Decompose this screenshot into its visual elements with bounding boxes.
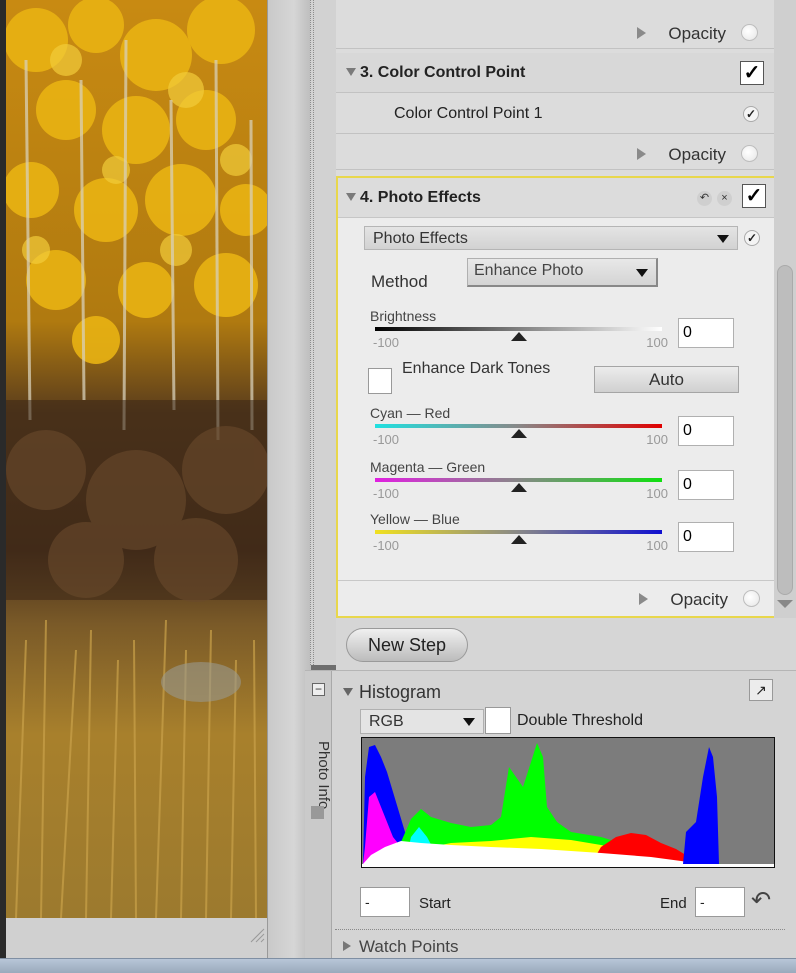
- brightness-label: Brightness: [370, 308, 437, 324]
- expand-arrow-icon[interactable]: [637, 27, 646, 39]
- auto-button[interactable]: Auto: [594, 366, 739, 393]
- new-step-button[interactable]: New Step: [346, 628, 468, 662]
- slider-max: 100: [646, 432, 668, 447]
- double-threshold-checkbox[interactable]: [485, 707, 511, 734]
- opacity-label: Opacity: [670, 590, 728, 609]
- step-actions-bar: New Step: [336, 618, 796, 670]
- method-value: Enhance Photo: [474, 262, 584, 279]
- effect-type-value: Photo Effects: [373, 230, 468, 247]
- magenta-green-value-field[interactable]: [678, 470, 734, 500]
- collapse-icon[interactable]: −: [312, 683, 325, 696]
- dropdown-arrow-icon: [636, 269, 648, 277]
- slider-track[interactable]: [375, 327, 662, 331]
- slider-max: 100: [646, 335, 668, 350]
- magenta-green-label: Magenta — Green: [370, 459, 486, 475]
- panel-splitter[interactable]: [310, 0, 336, 665]
- slider-track[interactable]: [375, 530, 662, 534]
- effect-type-check[interactable]: ✓: [744, 230, 760, 246]
- brightness-value-field[interactable]: [678, 318, 734, 348]
- slider-thumb[interactable]: [511, 429, 527, 438]
- undo-icon[interactable]: ↶: [697, 191, 712, 206]
- yellow-blue-label: Yellow — Blue: [370, 511, 460, 527]
- opacity-radio[interactable]: [743, 590, 760, 607]
- photo-info-panel: − Photo Info Histogram ↗ RGB Double Thre…: [305, 670, 796, 961]
- app-window: Opacity 3. Color Control Point ✓ Color C…: [0, 0, 796, 973]
- method-dropdown[interactable]: Enhance Photo: [467, 258, 658, 287]
- slider-min: -100: [373, 486, 400, 501]
- delete-icon[interactable]: ×: [717, 191, 732, 206]
- dropdown-arrow-icon: [463, 718, 475, 726]
- expand-arrow-icon[interactable]: [639, 593, 648, 605]
- slider-track[interactable]: [375, 424, 662, 428]
- double-threshold-label: Double Threshold: [517, 712, 644, 729]
- histogram-chart[interactable]: [361, 737, 775, 868]
- photo-image: [6, 0, 267, 918]
- slider-max: 100: [646, 486, 668, 501]
- enhance-dark-tones-label: Enhance Dark Tones: [402, 360, 551, 377]
- color-control-opacity-row[interactable]: Opacity: [336, 136, 774, 170]
- magenta-green-slider[interactable]: Magenta — Green -100 100: [370, 459, 670, 503]
- photo-effects-header[interactable]: 4. Photo Effects ↶ × ✓: [338, 178, 774, 218]
- layers-panel: Opacity 3. Color Control Point ✓ Color C…: [336, 0, 776, 618]
- start-field[interactable]: [360, 887, 410, 917]
- slider-thumb[interactable]: [511, 535, 527, 544]
- cyan-red-label: Cyan — Red: [370, 405, 451, 421]
- opacity-label: Opacity: [668, 145, 726, 164]
- dropdown-arrow-icon: [717, 235, 729, 243]
- color-control-header[interactable]: 3. Color Control Point ✓: [336, 53, 774, 93]
- channel-value: RGB: [369, 713, 404, 730]
- effect-type-dropdown[interactable]: Photo Effects: [364, 226, 738, 250]
- photo-info-tab[interactable]: − Photo Info: [305, 671, 332, 961]
- opacity-radio[interactable]: [741, 24, 758, 41]
- section-divider: [335, 929, 785, 930]
- scroll-down-icon[interactable]: [777, 600, 793, 608]
- control-point-check[interactable]: ✓: [743, 106, 759, 122]
- method-label: Method: [371, 272, 428, 291]
- photo-effects-enable-checkbox[interactable]: ✓: [742, 184, 766, 208]
- scrollbar-thumb[interactable]: [777, 265, 793, 595]
- control-point-name: Color Control Point 1: [394, 105, 543, 122]
- tab-grip-icon[interactable]: [311, 806, 324, 819]
- slider-max: 100: [646, 538, 668, 553]
- cyan-red-value-field[interactable]: [678, 416, 734, 446]
- cyan-red-slider[interactable]: Cyan — Red -100 100: [370, 405, 670, 449]
- start-label: Start: [419, 895, 451, 912]
- opacity-label: Opacity: [668, 24, 726, 43]
- photo-info-tab-label: Photo Info: [315, 741, 332, 810]
- yellow-blue-value-field[interactable]: [678, 522, 734, 552]
- opacity-radio[interactable]: [741, 145, 758, 162]
- photo-effects-step: 4. Photo Effects ↶ × ✓ Photo Effects ✓ M…: [336, 176, 776, 618]
- slider-thumb[interactable]: [511, 332, 527, 341]
- color-control-point-row[interactable]: Color Control Point 1 ✓: [336, 94, 774, 134]
- end-field[interactable]: [695, 887, 745, 917]
- histogram-title[interactable]: Histogram: [343, 682, 441, 703]
- watch-points-header[interactable]: Watch Points: [343, 937, 459, 957]
- photo-effects-opacity-row[interactable]: Opacity: [338, 580, 776, 614]
- step-opacity-row[interactable]: Opacity: [336, 15, 774, 49]
- color-control-title: 3. Color Control Point: [346, 64, 525, 82]
- expand-arrow-icon[interactable]: [637, 148, 646, 160]
- panel-scrollbar[interactable]: [774, 0, 796, 618]
- photo-effects-title: 4. Photo Effects: [346, 189, 481, 207]
- taskbar: [0, 958, 796, 973]
- yellow-blue-slider[interactable]: Yellow — Blue -100 100: [370, 511, 670, 555]
- slider-thumb[interactable]: [511, 483, 527, 492]
- slider-track[interactable]: [375, 478, 662, 482]
- end-label: End: [660, 895, 687, 912]
- enhance-dark-tones-checkbox[interactable]: [368, 368, 392, 394]
- resize-grip-icon[interactable]: [247, 925, 265, 943]
- popout-icon[interactable]: ↗: [749, 679, 773, 701]
- brightness-slider[interactable]: Brightness -100 100: [370, 308, 670, 352]
- photo-preview[interactable]: [6, 0, 267, 918]
- slider-min: -100: [373, 432, 400, 447]
- preview-status-bar: [6, 918, 267, 958]
- reset-arrow-icon[interactable]: ↶: [749, 888, 773, 914]
- slider-min: -100: [373, 538, 400, 553]
- slider-min: -100: [373, 335, 400, 350]
- channel-dropdown[interactable]: RGB: [360, 709, 484, 734]
- color-control-enable-checkbox[interactable]: ✓: [740, 61, 764, 85]
